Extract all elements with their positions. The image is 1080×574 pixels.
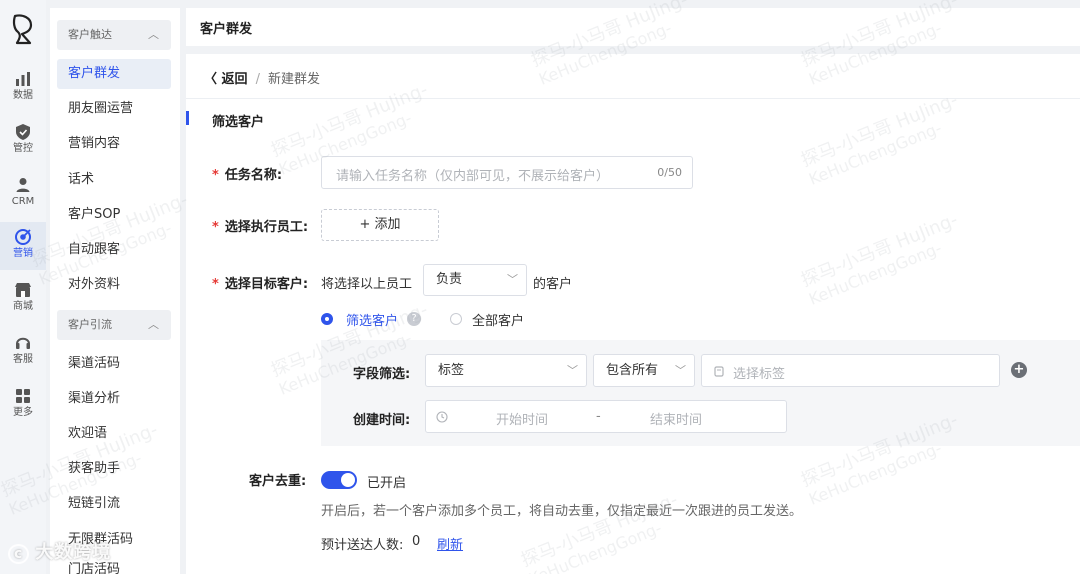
sidebar-item-acquire[interactable]: 获客助手: [57, 454, 171, 484]
task-name-input[interactable]: 请输入任务名称（仅内部可见，不展示给客户） 0/50: [321, 156, 693, 189]
sidebar-group-reach[interactable]: 客户触达 ︿: [57, 20, 171, 50]
end-time: 结束时间: [650, 413, 703, 428]
rail-item-more[interactable]: 更多: [0, 381, 46, 429]
add-filter-icon[interactable]: +: [1011, 362, 1027, 378]
rail-item-marketing[interactable]: 营销: [0, 222, 46, 270]
chevron-down-icon: ﹀: [675, 364, 686, 377]
breadcrumb-current: 新建群发: [267, 72, 320, 87]
char-counter: 0/50: [657, 166, 682, 179]
divider: [186, 98, 1080, 99]
sidebar-item-sop[interactable]: 客户SOP: [57, 200, 171, 230]
brand-overlay: c 大数跨境: [8, 538, 111, 564]
help-icon: ?: [407, 312, 421, 326]
dedup-status: 已开启: [367, 476, 407, 491]
chevron-left-icon: 〈: [204, 72, 218, 87]
page-title: 客户群发: [200, 22, 253, 37]
shop-icon: [15, 283, 31, 297]
refresh-link[interactable]: 刷新: [437, 534, 463, 553]
sidebar-item-channel-code[interactable]: 渠道活码: [57, 349, 171, 379]
rail-item-data[interactable]: 数据: [0, 64, 46, 112]
task-name-label: * 任务名称:: [212, 168, 283, 183]
grid-icon: [16, 389, 30, 403]
staff-label: * 选择执行员工:: [212, 220, 309, 235]
secondary-sidebar: 客户触达 ︿ 客户群发 朋友圈运营 营销内容 话术 客户SOP 自动跟客 对外资…: [50, 8, 180, 574]
sidebar-item-shortlink[interactable]: 短链引流: [57, 489, 171, 519]
sidebar-item-moments[interactable]: 朋友圈运营: [57, 94, 171, 124]
date-range-picker[interactable]: 开始时间 - 结束时间: [425, 400, 787, 433]
match-mode-select[interactable]: 包含所有 ﹀: [593, 354, 695, 387]
estimate-value: 0: [412, 534, 421, 549]
chevron-down-icon: ﹀: [567, 364, 578, 377]
sidebar-item-mass-send[interactable]: 客户群发: [57, 59, 171, 89]
sidebar-group-traffic[interactable]: 客户引流 ︿: [57, 310, 171, 340]
dedup-label: 客户去重:: [249, 474, 307, 489]
rail-item-service[interactable]: 客服: [0, 328, 46, 376]
user-icon: [16, 178, 30, 192]
chevron-up-icon: ︿: [148, 318, 159, 331]
start-time: 开始时间: [496, 413, 549, 428]
radio-filter-customers[interactable]: [321, 313, 333, 325]
shield-icon: [16, 124, 30, 140]
chevron-up-icon: ︿: [148, 28, 159, 41]
chevron-down-icon: ﹀: [507, 273, 518, 286]
section-title: 筛选客户: [212, 115, 265, 130]
sidebar-item-channel-analysis[interactable]: 渠道分析: [57, 384, 171, 414]
tag-select-input[interactable]: 选择标签: [701, 354, 1000, 387]
sidebar-item-auto-follow[interactable]: 自动跟客: [57, 235, 171, 265]
field-select[interactable]: 标签 ﹀: [425, 354, 587, 387]
logo-icon: [12, 14, 33, 45]
icon-rail: 数据 管控 CRM 营销 商城 客服 更多: [0, 0, 46, 574]
sidebar-item-welcome[interactable]: 欢迎语: [57, 419, 171, 449]
chart-icon: [16, 72, 30, 86]
sidebar-item-materials[interactable]: 对外资料: [57, 270, 171, 300]
target-icon: [15, 229, 31, 245]
headset-icon: [16, 337, 30, 349]
clock-icon: [436, 411, 448, 423]
breadcrumb: 〈 返回 / 新建群发: [204, 72, 320, 87]
estimate-label: 预计送达人数:: [321, 538, 404, 553]
sidebar-item-scripts[interactable]: 话术: [57, 165, 171, 195]
section-marker: [186, 111, 189, 125]
back-link[interactable]: 〈 返回: [204, 72, 248, 87]
dedup-toggle[interactable]: [321, 471, 357, 489]
dedup-description: 开启后，若一个客户添加多个员工，将自动去重，仅指定最近一次跟进的员工发送。: [321, 504, 803, 519]
rail-item-crm[interactable]: CRM: [0, 170, 46, 218]
target-label: * 选择目标客户:: [212, 277, 309, 292]
top-title-bar: 客户群发: [186, 8, 1080, 46]
rail-item-mall[interactable]: 商城: [0, 275, 46, 323]
rail-item-control[interactable]: 管控: [0, 117, 46, 165]
radio-all-customers[interactable]: [450, 313, 462, 325]
tag-icon: [714, 366, 724, 377]
sidebar-item-content[interactable]: 营销内容: [57, 129, 171, 159]
brand-logo-icon: c: [8, 544, 30, 564]
main-content: 〈 返回 / 新建群发 筛选客户 * 任务名称: 请输入任务名称（仅内部可见，不展示给…: [186, 54, 1080, 574]
create-time-label: 创建时间:: [353, 413, 411, 428]
field-filter-label: 字段筛选:: [353, 367, 411, 382]
add-staff-button[interactable]: + 添加: [321, 209, 439, 241]
target-scope-select[interactable]: 负责 ﹀: [423, 264, 527, 296]
